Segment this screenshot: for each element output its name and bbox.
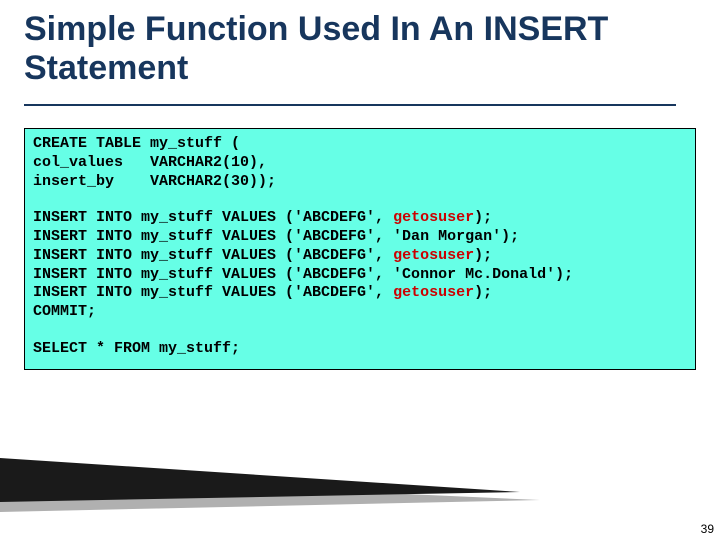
- code-text: INSERT INTO my_stuff VALUES ('ABCDEFG',: [33, 284, 393, 301]
- blank-line: [33, 322, 687, 340]
- code-line: COMMIT;: [33, 303, 687, 322]
- code-line: INSERT INTO my_stuff VALUES ('ABCDEFG', …: [33, 228, 687, 247]
- code-text: SELECT * FROM my_stuff;: [33, 340, 240, 357]
- code-line: INSERT INTO my_stuff VALUES ('ABCDEFG', …: [33, 266, 687, 285]
- code-text: INSERT INTO my_stuff VALUES ('ABCDEFG', …: [33, 266, 573, 283]
- code-highlight: getosuser: [393, 247, 474, 264]
- code-highlight: getosuser: [393, 209, 474, 226]
- code-text: );: [474, 247, 492, 264]
- code-text: COMMIT;: [33, 303, 96, 320]
- code-highlight: getosuser: [393, 284, 474, 301]
- code-text: CREATE TABLE my_stuff (: [33, 135, 240, 152]
- code-box: CREATE TABLE my_stuff ( col_values VARCH…: [24, 128, 696, 370]
- code-line: CREATE TABLE my_stuff (: [33, 135, 687, 154]
- title-underline: [24, 104, 676, 106]
- slide: Simple Function Used In An INSERT Statem…: [0, 0, 720, 540]
- code-text: col_values VARCHAR2(10),: [33, 154, 267, 171]
- code-text: INSERT INTO my_stuff VALUES ('ABCDEFG', …: [33, 228, 519, 245]
- code-line: col_values VARCHAR2(10),: [33, 154, 687, 173]
- code-text: INSERT INTO my_stuff VALUES ('ABCDEFG',: [33, 247, 393, 264]
- code-line: INSERT INTO my_stuff VALUES ('ABCDEFG', …: [33, 284, 687, 303]
- code-text: INSERT INTO my_stuff VALUES ('ABCDEFG',: [33, 209, 393, 226]
- blank-line: [33, 191, 687, 209]
- code-line: SELECT * FROM my_stuff;: [33, 340, 687, 359]
- slide-title: Simple Function Used In An INSERT Statem…: [24, 10, 684, 88]
- code-text: insert_by VARCHAR2(30));: [33, 173, 276, 190]
- code-text: );: [474, 284, 492, 301]
- code-text: );: [474, 209, 492, 226]
- code-line: INSERT INTO my_stuff VALUES ('ABCDEFG', …: [33, 247, 687, 266]
- page-number: 39: [701, 522, 714, 536]
- decorative-wedge: [0, 458, 540, 512]
- code-line: INSERT INTO my_stuff VALUES ('ABCDEFG', …: [33, 209, 687, 228]
- code-line: insert_by VARCHAR2(30));: [33, 173, 687, 192]
